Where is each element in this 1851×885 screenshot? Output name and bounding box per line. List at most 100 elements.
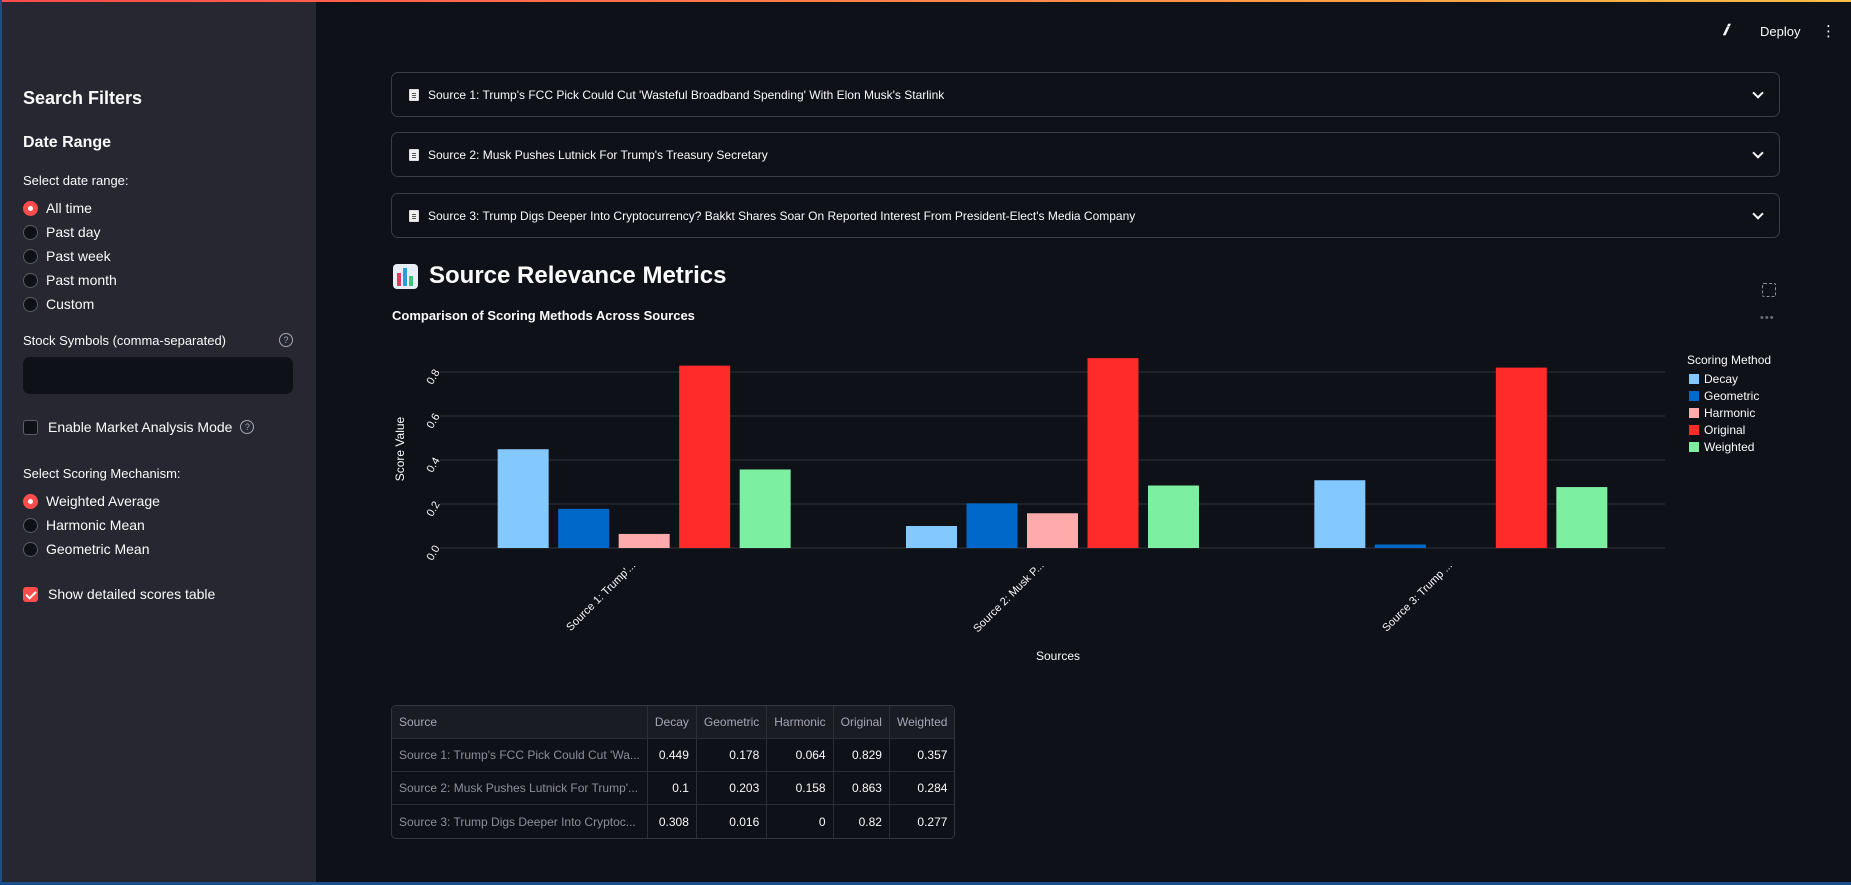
table-row[interactable]: Source 2: Musk Pushes Lutnick For Trump'… (392, 772, 955, 805)
market-analysis-toggle[interactable]: Enable Market Analysis Mode ? (23, 419, 255, 435)
table-header-row: Source Decay Geometric Harmonic Original Weig… (392, 706, 955, 739)
table-cell[interactable]: 0.357 (889, 739, 955, 772)
scoring-option-weighted-average[interactable]: Weighted Average (23, 489, 160, 513)
legend-item-label: Geometric (1704, 389, 1759, 403)
scoring-option-geometric-mean[interactable]: Geometric Mean (23, 537, 160, 561)
market-analysis-checkbox[interactable] (23, 419, 38, 435)
table-cell[interactable]: 0.203 (696, 772, 768, 805)
about-icon[interactable]: 𝒊 (1723, 22, 1727, 39)
scoring-mechanism-label: Select Scoring Mechanism: (23, 466, 181, 481)
section-title-text: Source Relevance Metrics (429, 262, 727, 289)
y-tick-label: 0.6 (425, 412, 443, 431)
y-tick-label: 0.2 (425, 500, 443, 519)
column-header[interactable]: Harmonic (767, 706, 834, 739)
scores-table: Source Decay Geometric Harmonic Original Weig… (391, 705, 956, 839)
detail-table-checkbox[interactable] (23, 586, 38, 602)
document-icon (409, 88, 419, 101)
radio-label: All time (46, 200, 92, 216)
radio-label: Past month (46, 272, 117, 288)
deploy-button[interactable]: Deploy (1760, 24, 1800, 39)
bar-chart-icon (393, 263, 418, 289)
bar-decay (497, 449, 549, 548)
radio-button[interactable] (23, 517, 38, 533)
source-expander-label: Source 2: Musk Pushes Lutnick For Trump'… (428, 147, 768, 162)
column-header[interactable]: Source (392, 706, 648, 739)
y-tick-label: 0.0 (425, 544, 443, 563)
table-row[interactable]: Source 1: Trump's FCC Pick Could Cut 'Wa… (392, 739, 955, 772)
radio-label: Geometric Mean (46, 541, 150, 557)
table-cell[interactable]: 0.829 (833, 739, 890, 772)
date-range-option-past-day[interactable]: Past day (23, 220, 117, 244)
help-icon[interactable]: ? (240, 420, 255, 434)
radio-button[interactable] (23, 248, 38, 264)
scoring-radio-group: Weighted Average Harmonic Mean Geometric M… (23, 489, 160, 561)
table-cell[interactable]: Source 3: Trump Digs Deeper Into Cryptoc… (392, 805, 648, 838)
source-expander-3[interactable]: Source 3: Trump Digs Deeper Into Cryptoc… (391, 193, 1780, 238)
radio-label: Custom (46, 296, 95, 312)
legend-swatch (1689, 408, 1699, 418)
bar-harmonic (1027, 513, 1078, 548)
chart-title: Comparison of Scoring Methods Across Sou… (392, 308, 695, 323)
help-icon[interactable]: ? (279, 333, 293, 347)
legend-swatch (1689, 425, 1699, 435)
detail-table-toggle[interactable]: Show detailed scores table (23, 586, 215, 602)
table-cell[interactable]: Source 2: Musk Pushes Lutnick For Trump'… (392, 772, 648, 805)
table-cell[interactable]: 0 (767, 805, 834, 838)
radio-button[interactable] (23, 493, 38, 509)
radio-button[interactable] (23, 224, 38, 240)
table-cell[interactable]: 0.82 (834, 805, 890, 838)
bar-original (1495, 367, 1547, 548)
document-icon (409, 209, 419, 222)
date-range-option-past-week[interactable]: Past week (23, 244, 117, 268)
sidebar-title: Search Filters (23, 88, 143, 108)
table-cell[interactable]: 0.064 (767, 739, 834, 772)
stock-symbols-input[interactable] (23, 357, 293, 394)
date-range-option-all-time[interactable]: All time (23, 196, 117, 220)
date-range-option-past-month[interactable]: Past month (23, 268, 117, 292)
market-analysis-label: Enable Market Analysis Mode (48, 419, 233, 435)
fullscreen-icon[interactable] (1762, 283, 1776, 297)
x-tick-label: Source 1: Trump'... (564, 560, 638, 634)
table-cell[interactable]: 0.449 (647, 739, 697, 772)
legend-item-label: Decay (1704, 372, 1738, 386)
table-cell[interactable]: 0.308 (648, 805, 697, 838)
bar-decay (906, 526, 957, 548)
y-tick-label: 0.8 (425, 368, 443, 387)
table-cell[interactable]: 0.178 (696, 739, 768, 772)
legend-item-label: Original (1704, 423, 1745, 437)
y-axis-label: Score Value (393, 416, 407, 481)
table-cell[interactable]: Source 1: Trump's FCC Pick Could Cut 'Wa… (392, 739, 648, 772)
legend-title: Scoring Method (1687, 353, 1771, 367)
chart-menu-icon[interactable]: ••• (1760, 312, 1775, 324)
table-cell[interactable]: 0.863 (833, 772, 890, 805)
table-cell[interactable]: 0.1 (647, 772, 697, 805)
bar-weighted (1148, 485, 1199, 548)
table-cell[interactable]: 0.284 (889, 772, 955, 805)
y-tick-label: 0.4 (425, 456, 443, 475)
radio-button[interactable] (23, 272, 38, 288)
date-range-option-custom[interactable]: Custom (23, 292, 117, 316)
table-row[interactable]: Source 3: Trump Digs Deeper Into Cryptoc… (392, 805, 954, 838)
scoring-option-harmonic-mean[interactable]: Harmonic Mean (23, 513, 160, 537)
table-cell[interactable]: 0.016 (697, 805, 768, 838)
legend-item-label: Weighted (1704, 440, 1754, 454)
column-header[interactable]: Decay (647, 706, 697, 739)
main-menu-icon[interactable]: ⋮ (1821, 22, 1836, 40)
table-cell[interactable]: 0.277 (890, 805, 954, 838)
column-header[interactable]: Weighted (889, 706, 955, 739)
chevron-down-icon (1752, 146, 1764, 159)
date-range-heading: Date Range (23, 134, 112, 151)
table-cell[interactable]: 0.158 (767, 772, 834, 805)
column-header[interactable]: Original (833, 706, 890, 739)
legend-swatch (1689, 442, 1699, 452)
document-icon (409, 148, 419, 161)
source-expander-2[interactable]: Source 2: Musk Pushes Lutnick For Trump'… (391, 132, 1780, 177)
source-expander-1[interactable]: Source 1: Trump's FCC Pick Could Cut 'Wa… (391, 72, 1780, 117)
radio-button[interactable] (23, 541, 38, 557)
column-header[interactable]: Geometric (696, 706, 768, 739)
bar-original (1087, 358, 1139, 548)
radio-button[interactable] (23, 296, 38, 312)
radio-button[interactable] (23, 200, 38, 216)
legend-swatch (1689, 374, 1699, 384)
chevron-down-icon (1752, 86, 1764, 99)
